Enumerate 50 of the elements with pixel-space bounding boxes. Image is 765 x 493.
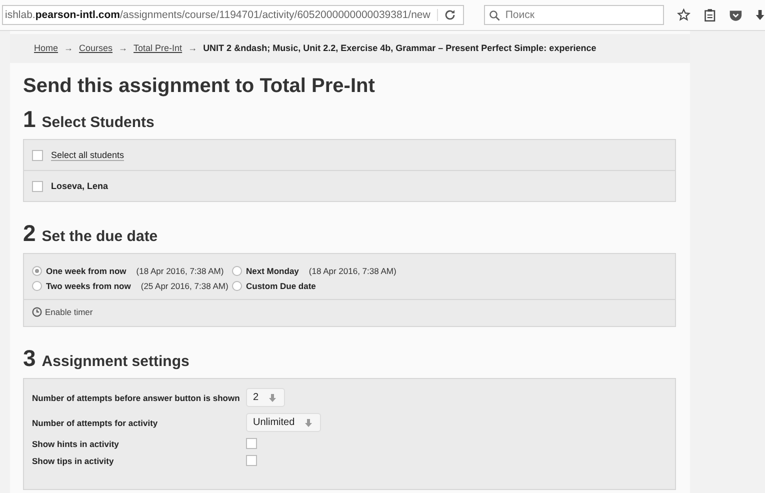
select-all-link[interactable]: Select all students [51, 150, 124, 160]
checkbox[interactable] [246, 455, 257, 466]
setting-label: Show tips in activity [32, 456, 115, 466]
radio-button[interactable] [232, 281, 242, 291]
breadcrumb-separator: → [188, 43, 198, 53]
star-icon[interactable] [677, 7, 691, 23]
section-number: 1 [23, 106, 36, 133]
dropdown-icon [268, 394, 276, 402]
url-text: ishlab.pearson-intl.com/assignments/course/1194701/activity/6052000000000039381/new [4, 9, 430, 21]
option-date: (25 Apr 2016, 7:38 AM) [140, 281, 228, 291]
setting-label: Number of attempts before answer button is shown [32, 392, 241, 402]
breadcrumb-separator: → [118, 43, 128, 53]
checkbox[interactable] [32, 180, 43, 192]
option-date: (18 Apr 2016, 7:38 AM) [308, 266, 396, 276]
enable-timer-link[interactable]: Enable timer [45, 307, 93, 317]
checkbox[interactable] [246, 438, 257, 449]
select-field[interactable]: 2 [246, 388, 285, 407]
breadcrumb-current: UNIT 2 &ndash; Music, Unit 2.2, Exercise 4b, Grammar – Present Perfect Simple: experience [203, 43, 596, 53]
option-label: Next Monday [246, 266, 299, 276]
page-title: Send this assignment to Total Pre-Int [23, 75, 376, 98]
pocket-icon[interactable] [728, 8, 742, 22]
search-icon [489, 10, 500, 21]
option-label: One week from now [46, 266, 126, 276]
select-field[interactable]: Unlimited [246, 413, 321, 432]
student-name: Loseva, Lena [51, 181, 108, 191]
setting-label: Number of attempts for activity [32, 418, 159, 428]
radio-button[interactable] [32, 281, 42, 291]
section-heading: Select Students [42, 114, 154, 131]
address-bar[interactable]: ishlab.pearson-intl.com/assignments/course/1194701/activity/6052000000000039381/new [2, 5, 464, 25]
section-heading: Assignment settings [42, 353, 190, 370]
breadcrumb-link[interactable]: Total Pre-Int [134, 43, 182, 53]
section-heading: Set the due date [42, 228, 158, 245]
search-field[interactable]: Поиск [484, 5, 664, 25]
reload-icon[interactable] [437, 9, 456, 21]
download-icon[interactable] [754, 8, 765, 22]
clock-icon [32, 307, 42, 317]
section-number: 2 [23, 220, 36, 247]
option-date: (18 Apr 2016, 7:38 AM) [136, 266, 224, 276]
breadcrumb-link[interactable]: Courses [79, 43, 113, 53]
dropdown-icon [304, 418, 312, 426]
radio-button[interactable] [232, 266, 242, 276]
clipboard-icon[interactable] [704, 7, 716, 23]
setting-label: Show hints in activity [32, 438, 120, 448]
breadcrumb-link[interactable]: Home [34, 43, 58, 53]
option-label: Custom Due date [246, 281, 316, 291]
option-label: Two weeks from now [46, 281, 131, 291]
breadcrumb-separator: → [64, 43, 74, 53]
radio-button[interactable] [32, 266, 42, 276]
checkbox[interactable] [32, 150, 43, 160]
section-number: 3 [23, 345, 36, 372]
